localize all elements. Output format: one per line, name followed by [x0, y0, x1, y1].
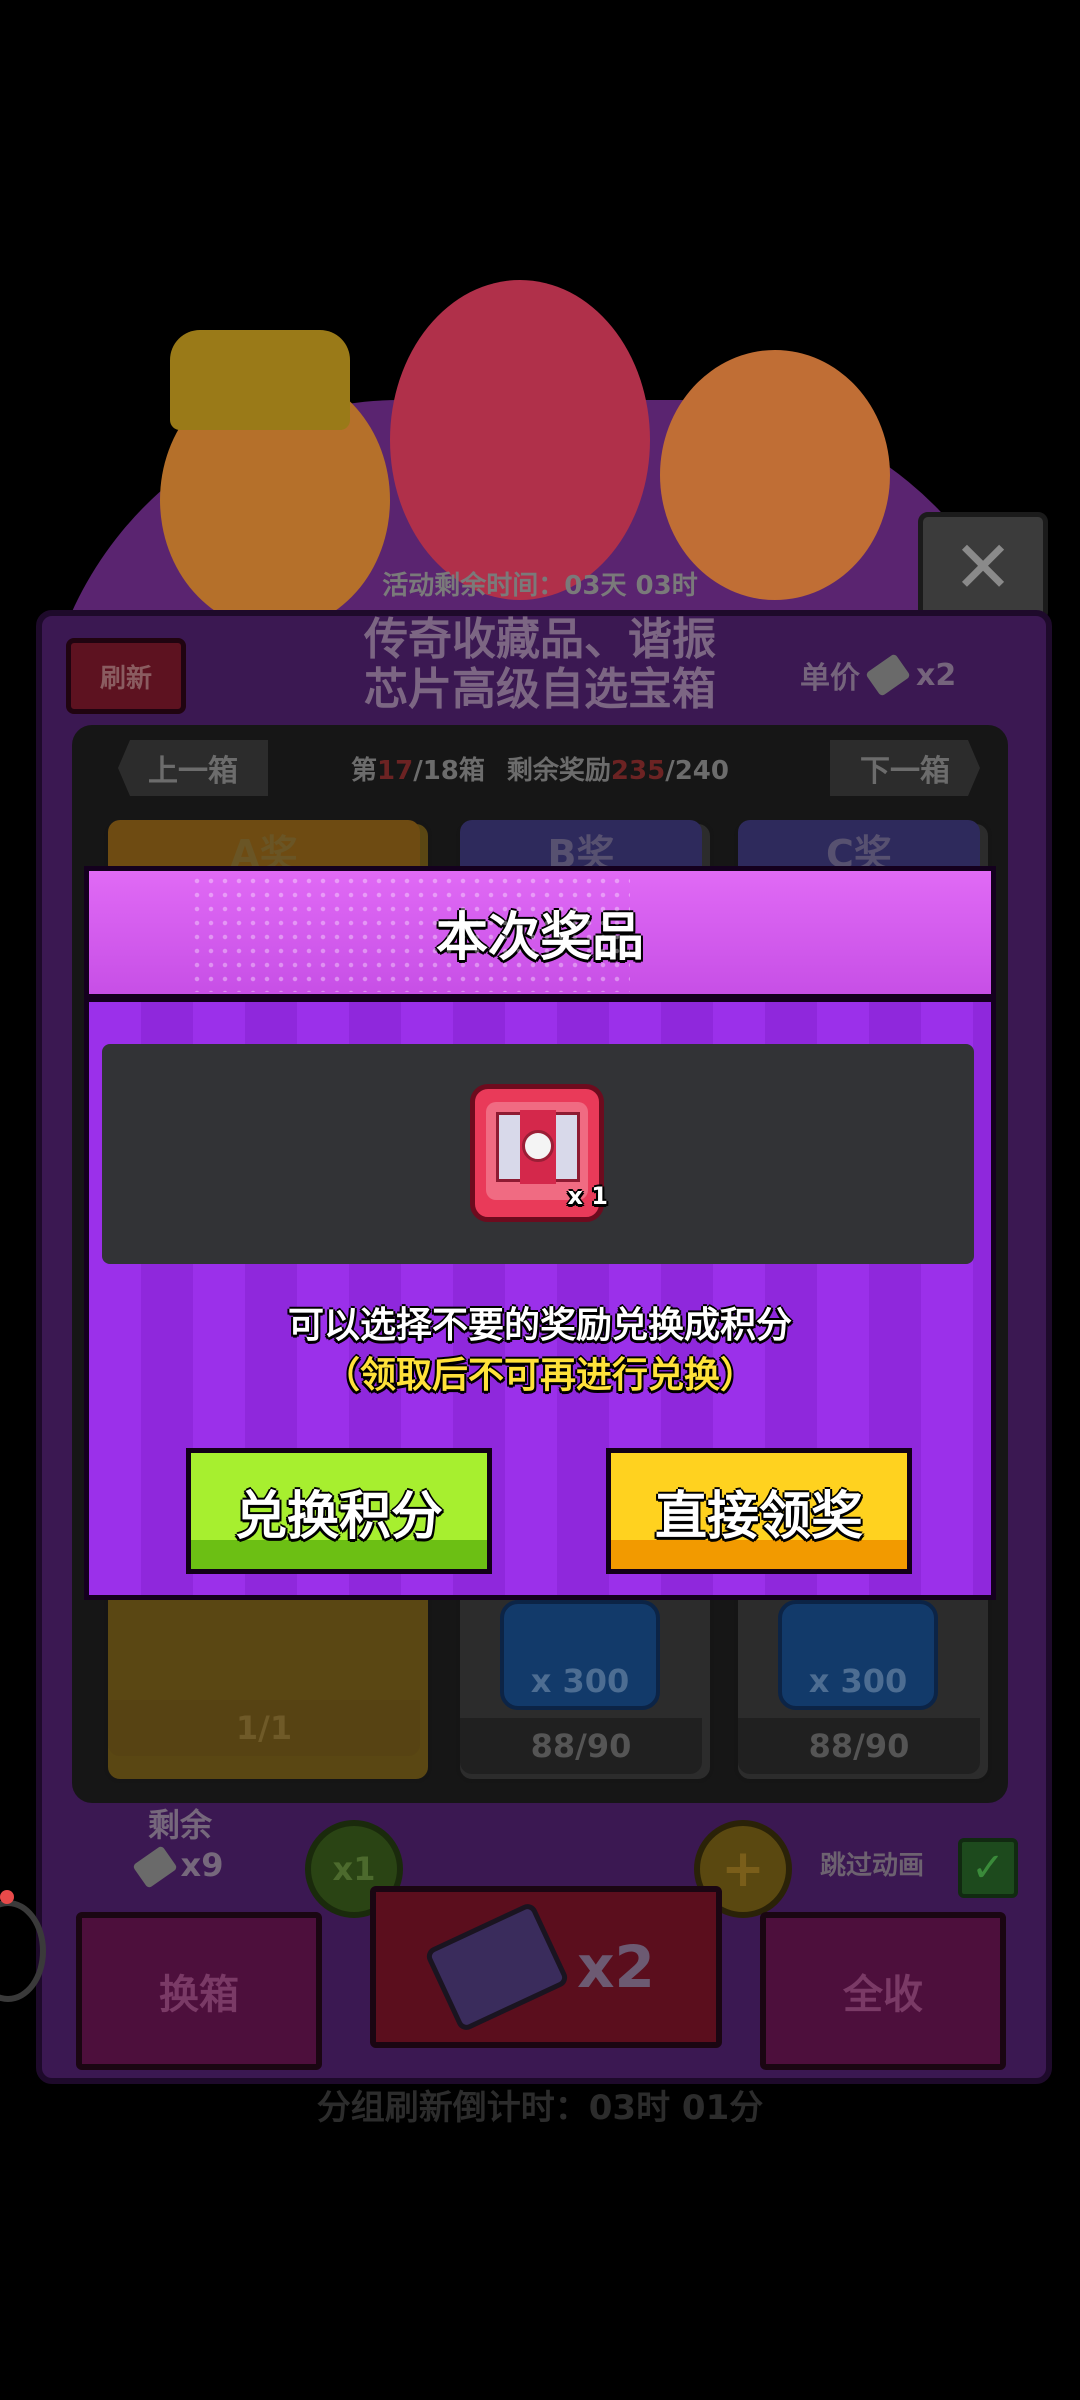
remaining-rewards: 剩余奖励235/240 [507, 750, 729, 787]
ticket-icon [423, 1900, 571, 2034]
box-index: 第17/18箱 [351, 750, 485, 787]
ticket-icon [131, 1845, 178, 1889]
event-timer: 活动剩余时间：03天 03时 [382, 570, 698, 601]
prev-box-button[interactable]: 上一箱 [118, 740, 268, 796]
chip-emblem-icon [522, 1130, 554, 1162]
unit-price: 单价 x2 [800, 650, 1010, 700]
remain-count: x9 [180, 1846, 224, 1884]
close-button[interactable]: ✕ [918, 512, 1048, 622]
ticket-icon [865, 653, 911, 697]
notification-dot [0, 1890, 14, 1904]
prize-c-amount: x 300 [808, 1662, 908, 1700]
prize-c-count: 88/90 [738, 1718, 980, 1774]
prize-b-amount: x 300 [530, 1662, 630, 1700]
panel-title-line2: 芯片高级自选宝箱 [364, 664, 716, 715]
header-dot-pattern [190, 874, 630, 992]
panel-title-line1: 传奇收藏品、谐振 [364, 614, 716, 665]
draw-x2-label: x2 [577, 1933, 655, 2001]
unit-price-value: x2 [916, 657, 957, 693]
character-clown [390, 280, 650, 600]
skip-animation-checkbox[interactable]: ✓ [958, 1838, 1018, 1898]
swap-box-button[interactable]: 换箱 [76, 1912, 322, 2070]
group-refresh-countdown: 分组刷新倒计时：03时 01分 [316, 2088, 764, 2128]
prize-b-coin: x 300 [500, 1600, 660, 1710]
box-index-suffix: /18箱 [413, 755, 485, 786]
remaining-tickets: 剩余 x9 [100, 1800, 260, 1900]
refresh-button[interactable]: 刷新 [66, 638, 186, 714]
remaining-label: 剩余奖励 [506, 755, 611, 786]
collect-all-button[interactable]: 全收 [760, 1912, 1006, 2070]
remain-value: x9 [100, 1845, 260, 1889]
panel-title: 传奇收藏品、谐振 芯片高级自选宝箱 [300, 615, 780, 715]
draw-x2-button[interactable]: x2 [370, 1886, 722, 2048]
next-box-button[interactable]: 下一箱 [830, 740, 980, 796]
prize-b-count: 88/90 [460, 1718, 702, 1774]
exchange-hint: 可以选择不要的奖励兑换成积分 [287, 1305, 792, 1346]
character-hat [170, 330, 350, 430]
remaining-total: /240 [665, 755, 729, 786]
box-index-current: 17 [377, 755, 414, 786]
close-icon: ✕ [952, 525, 1014, 609]
exchange-points-button[interactable]: 兑换积分 [186, 1448, 492, 1574]
box-index-prefix: 第 [351, 755, 378, 786]
reward-quantity: x 1 [567, 1182, 608, 1210]
prize-a-count: 1/1 [108, 1700, 420, 1756]
claim-reward-button[interactable]: 直接领奖 [606, 1448, 912, 1574]
unit-price-label: 单价 [800, 661, 860, 696]
claim-reward-label: 直接领奖 [654, 1486, 863, 1547]
prize-c-coin: x 300 [778, 1600, 938, 1710]
exchange-points-label: 兑换积分 [234, 1486, 443, 1547]
skip-animation-label: 跳过动画 [820, 1850, 925, 1881]
box-info: 第17/18箱 剩余奖励235/240 [280, 740, 800, 796]
remain-label: 剩余 [147, 1806, 212, 1844]
remaining-current: 235 [610, 755, 666, 786]
exchange-note: （领取后不可再进行兑换） [323, 1355, 756, 1396]
